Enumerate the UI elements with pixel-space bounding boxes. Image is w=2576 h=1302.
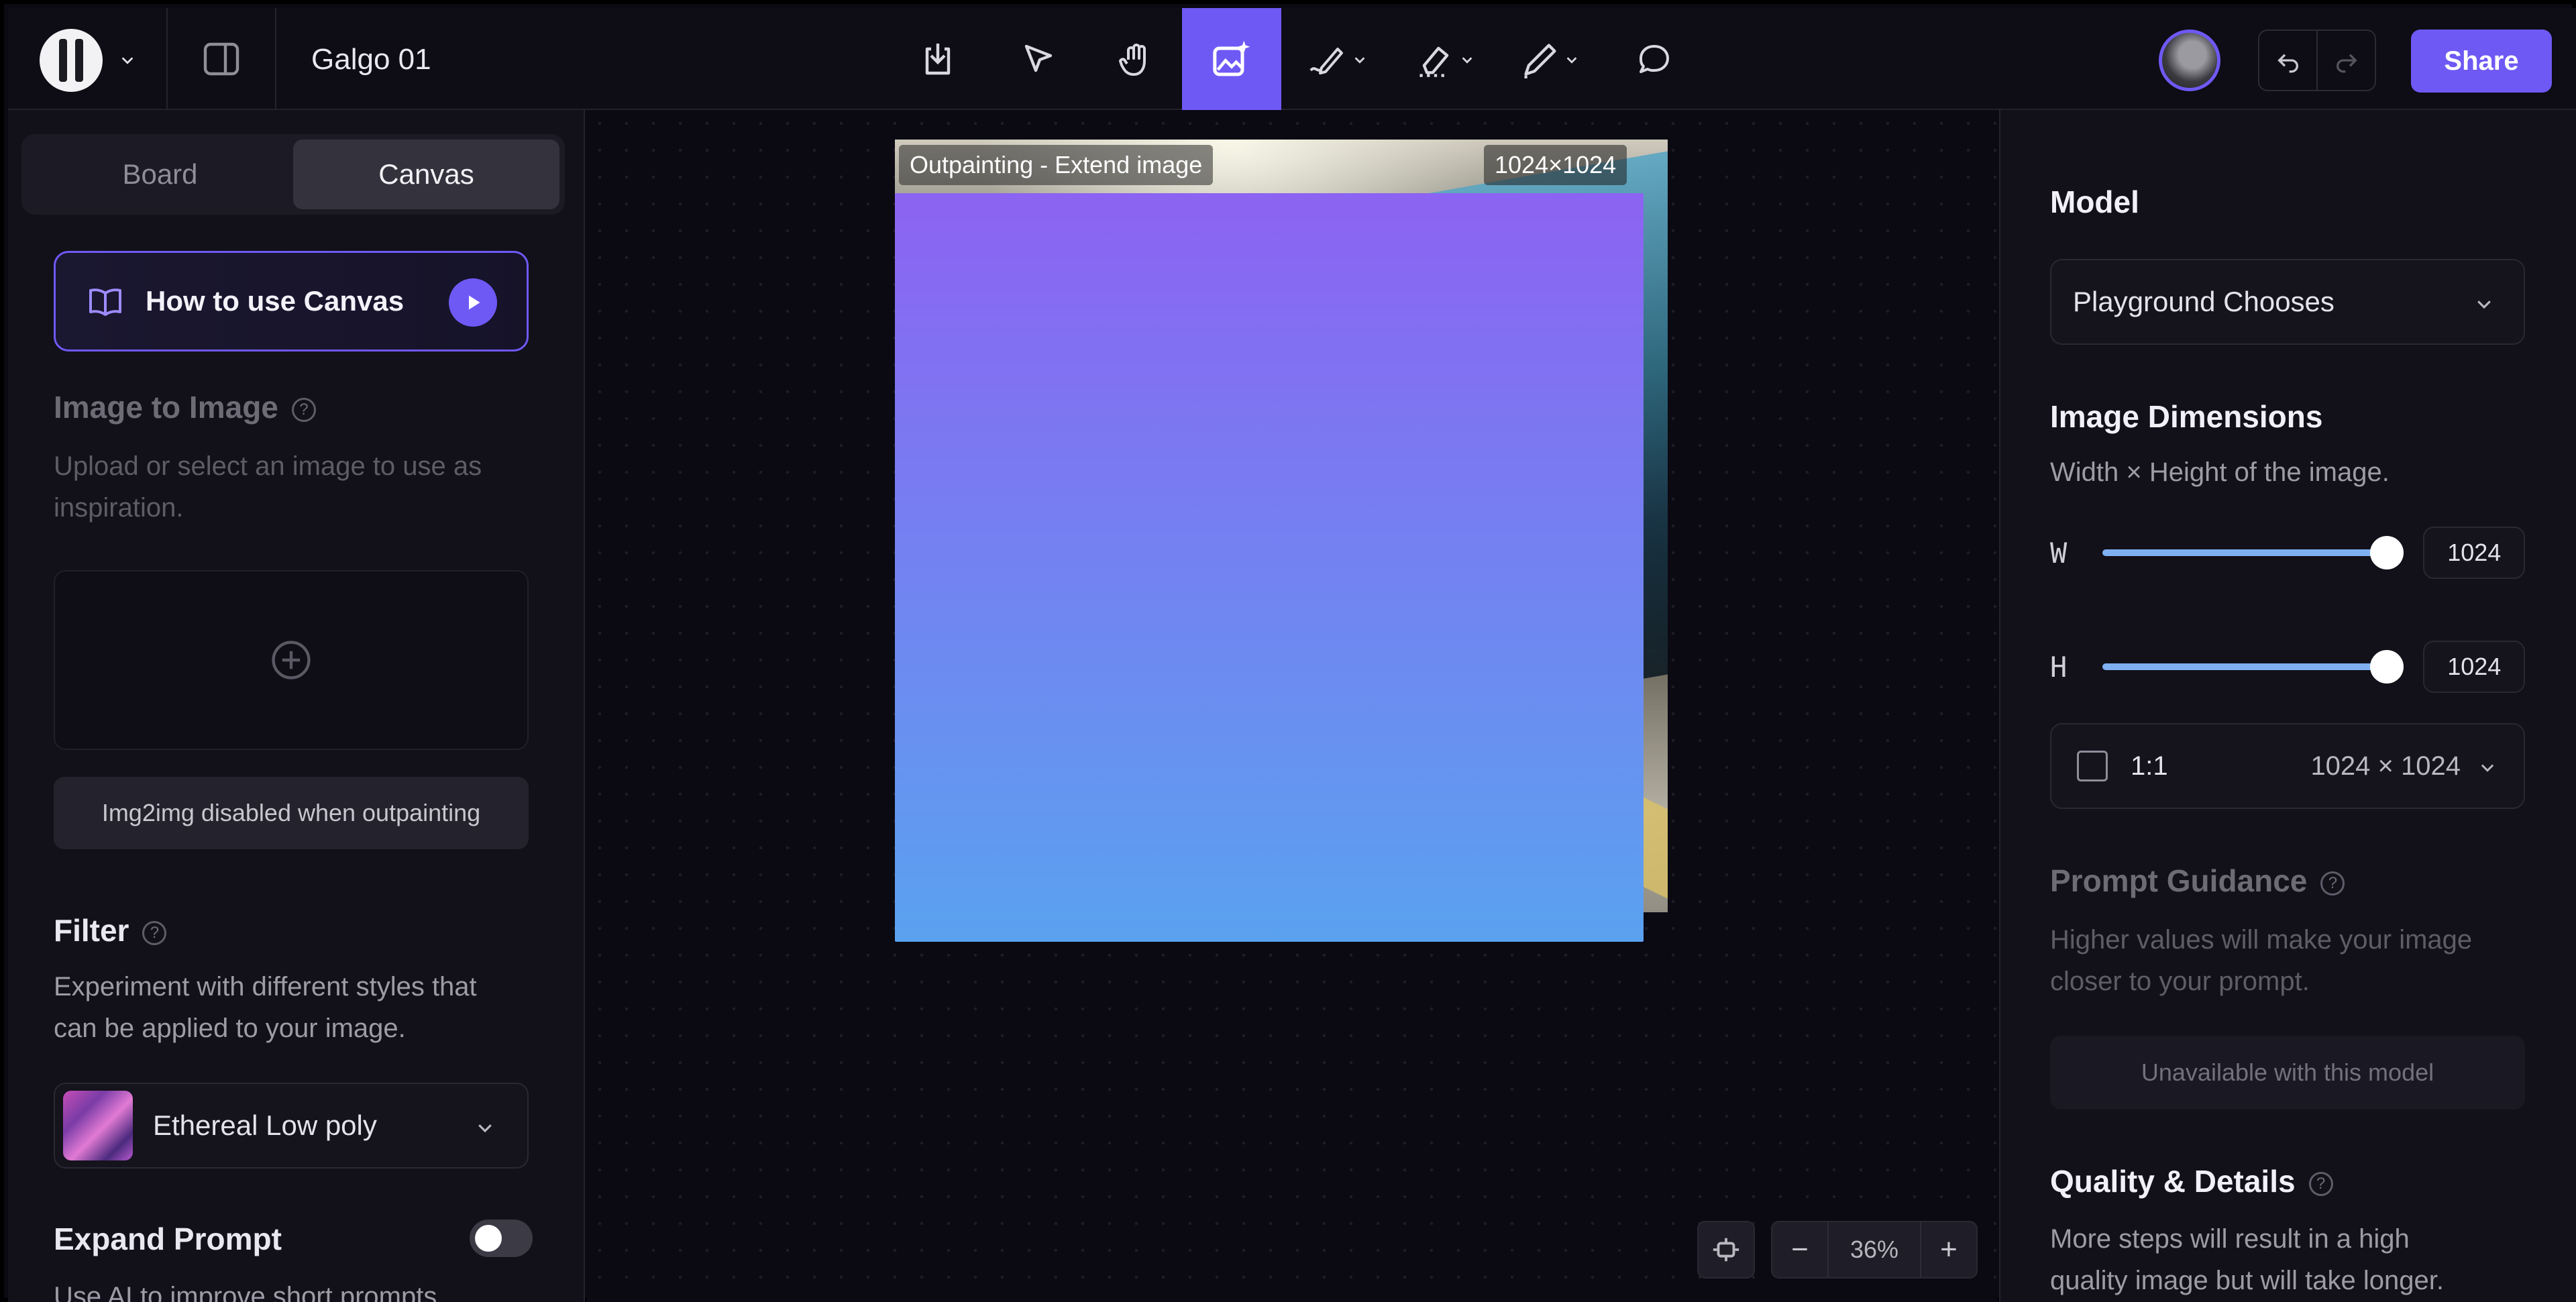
height-slider-row: H 1024: [2050, 640, 2525, 694]
image-sparkle-icon: [1213, 40, 1250, 76]
chevron-down-icon: [2481, 764, 2494, 772]
image-to-image-title: Image to Image?: [54, 389, 316, 425]
zoom-level: 36%: [1827, 1222, 1921, 1277]
prompt-guidance-unavailable: Unavailable with this model: [2050, 1036, 2525, 1109]
how-to-use-canvas-button[interactable]: How to use Canvas: [54, 251, 529, 351]
document-title[interactable]: Galgo 01: [311, 43, 431, 76]
quality-details-description: More steps will result in a high quality…: [2050, 1224, 2444, 1295]
cursor-arrow-icon: [1024, 44, 1053, 72]
width-slider-row: W 1024: [2050, 526, 2525, 580]
chevron-down-icon: [1462, 57, 1472, 64]
height-label: H: [2050, 650, 2068, 684]
model-select[interactable]: Playground Chooses: [2050, 259, 2525, 345]
filter-selected-label: Ethereal Low poly: [153, 1109, 377, 1141]
model-title: Model: [2050, 184, 2139, 219]
zoom-out-button[interactable]: −: [1772, 1222, 1827, 1277]
pencil-tool-button[interactable]: [1512, 28, 1587, 91]
height-slider[interactable]: [2102, 650, 2404, 684]
width-value-input[interactable]: 1024: [2423, 527, 2525, 579]
draw-tool-button[interactable]: [1296, 28, 1377, 91]
image-size-label: 1024×1024: [1484, 145, 1627, 185]
outpaint-frame[interactable]: [895, 193, 1644, 942]
comment-tool-button[interactable]: [1623, 28, 1685, 91]
width-slider-thumb[interactable]: [2369, 536, 2404, 569]
aspect-ratio-dims: 1024 × 1024: [2310, 751, 2461, 781]
image-dimensions-title: Image Dimensions: [2050, 399, 2323, 434]
outpaint-tool-button[interactable]: [1182, 8, 1281, 110]
import-icon: [925, 44, 951, 75]
height-value-input[interactable]: 1024: [2423, 641, 2525, 693]
img2img-disabled-note: Img2img disabled when outpainting: [54, 777, 529, 849]
filter-thumbnail: [63, 1091, 133, 1160]
toggle-panel-button[interactable]: [203, 42, 240, 76]
expand-prompt-title: Expand Prompt: [54, 1222, 282, 1256]
eraser-icon: [1419, 46, 1449, 77]
zoom-in-button[interactable]: +: [1921, 1222, 1976, 1277]
width-slider[interactable]: [2102, 536, 2404, 569]
height-slider-thumb[interactable]: [2369, 650, 2404, 684]
board-canvas-switch: Board Canvas: [21, 134, 565, 215]
chevron-down-icon: [1566, 57, 1577, 64]
erase-tool-button[interactable]: [1407, 28, 1483, 91]
add-circle-icon: [272, 641, 311, 680]
expand-prompt-toggle[interactable]: [470, 1219, 533, 1257]
import-tool-button[interactable]: [907, 28, 969, 91]
filter-title: Filter?: [54, 912, 167, 948]
tab-canvas[interactable]: Canvas: [293, 140, 559, 209]
aspect-lock-checkbox[interactable]: [2077, 751, 2108, 781]
user-avatar[interactable]: [2159, 30, 2220, 91]
playground-logo-icon: [40, 29, 103, 92]
book-open-icon: [89, 288, 121, 316]
hand-tool-button[interactable]: [1106, 28, 1167, 91]
undo-button[interactable]: [2259, 31, 2318, 90]
filter-select[interactable]: Ethereal Low poly: [54, 1083, 529, 1169]
image-dimensions-description: Width × Height of the image.: [2050, 457, 2390, 487]
chevron-down-icon: [2477, 301, 2491, 309]
top-toolbar: Galgo 01 Share: [8, 8, 2576, 110]
app-menu-button[interactable]: [34, 27, 141, 94]
aspect-ratio-label: 1:1: [2131, 751, 2168, 781]
expand-prompt-description: Use AI to improve short prompts: [54, 1282, 437, 1302]
undo-redo-group: [2258, 30, 2376, 91]
chevron-down-icon: [1354, 57, 1365, 64]
fit-to-screen-button[interactable]: [1697, 1221, 1755, 1279]
prompt-guidance-title: Prompt Guidance?: [2050, 863, 2345, 899]
toolbar-divider: [275, 8, 276, 110]
hand-icon: [1119, 44, 1146, 76]
image-upload-dropzone[interactable]: [54, 570, 529, 750]
sidebar-toggle-icon: [203, 42, 239, 76]
app-window: Galgo 01 Share Board Canvas How to use C…: [0, 0, 2576, 1302]
model-selected-label: Playground Chooses: [2073, 286, 2334, 317]
aspect-ratio-select[interactable]: 1:1 1024 × 1024: [2050, 723, 2525, 809]
canvas-area[interactable]: Outpainting - Extend image 1024×1024 − 3…: [586, 110, 1998, 1302]
frame-mode-label: Outpainting - Extend image: [899, 145, 1214, 185]
image-to-image-description: Upload or select an image to use as insp…: [54, 451, 482, 523]
redo-button[interactable]: [2318, 31, 2375, 90]
select-tool-button[interactable]: [1008, 28, 1069, 91]
undo-icon: [2277, 54, 2298, 73]
share-button[interactable]: Share: [2411, 30, 2552, 93]
how-to-use-canvas-label: How to use Canvas: [146, 285, 405, 317]
quality-details-title: Quality & Details?: [2050, 1163, 2333, 1199]
redo-icon: [2336, 54, 2357, 73]
toolbar-divider: [166, 8, 168, 110]
width-label: W: [2050, 536, 2068, 569]
help-icon[interactable]: ?: [142, 920, 167, 945]
speech-bubble-icon: [1640, 45, 1669, 73]
pencil-icon: [1524, 44, 1556, 78]
play-icon: [449, 278, 497, 327]
zoom-controls: − 36% +: [1771, 1221, 1978, 1279]
help-icon[interactable]: ?: [291, 397, 316, 422]
right-settings-panel: Model Playground Chooses Image Dimension…: [1999, 110, 2576, 1302]
chevron-down-icon: [121, 57, 133, 64]
pen-brush-icon: [1309, 48, 1343, 74]
prompt-guidance-description: Higher values will make your image close…: [2050, 925, 2473, 996]
left-settings-panel: Board Canvas How to use Canvas Image to …: [8, 110, 585, 1302]
help-icon[interactable]: ?: [2320, 871, 2345, 896]
tab-board[interactable]: Board: [27, 140, 293, 209]
chevron-down-icon: [478, 1124, 492, 1133]
fit-screen-icon: [1713, 1238, 1739, 1262]
filter-description: Experiment with different styles that ca…: [54, 972, 477, 1043]
help-icon[interactable]: ?: [2308, 1171, 2333, 1196]
